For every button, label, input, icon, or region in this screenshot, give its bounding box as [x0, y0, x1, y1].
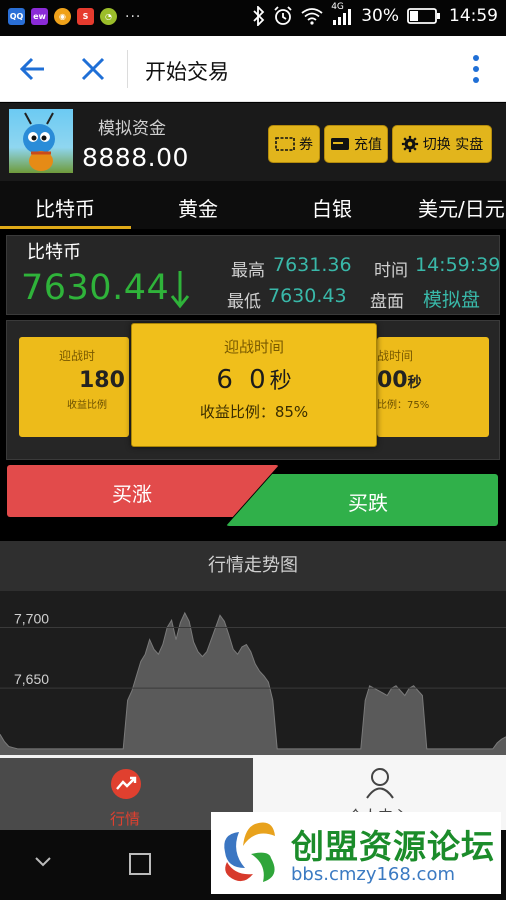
avatar[interactable] [9, 109, 73, 173]
duration-card-60[interactable]: 迎战时间 6 0秒 收益比例：85% [131, 323, 377, 447]
watermark-url: bbs.cmzy168.com [291, 864, 456, 885]
card-unit: 秒 [407, 375, 422, 391]
account-type-label: 模拟资金 [98, 119, 166, 139]
current-price: 7630.44 [21, 268, 170, 308]
switch-live-button[interactable]: 切换 实盘 [392, 125, 492, 163]
high-label: 最高 [231, 261, 265, 281]
mode-value: 模拟盘 [423, 289, 481, 311]
status-bar: QQ ew ◉ S ◔ ··· 4G 30% 14:59 [0, 0, 506, 36]
chart-title: 行情走势图 [208, 555, 298, 576]
qq-icon: QQ [8, 8, 25, 25]
mode-label: 盘面 [370, 292, 404, 312]
buy-up-label: 买涨 [112, 482, 152, 506]
y-tick-label: 7,650 [14, 671, 49, 687]
duration-card-180[interactable]: 迎战时 180 收益比例 [19, 337, 129, 437]
clock: 14:59 [449, 6, 498, 26]
y-tick-label: 7,700 [14, 610, 49, 626]
low-value: 7630.43 [268, 285, 347, 307]
bluetooth-icon [253, 6, 265, 26]
tab-gold[interactable]: 黄金 [178, 193, 218, 222]
arrow-down-icon [170, 271, 190, 309]
card-ratio: 比例：75% [377, 400, 430, 411]
arrow-left-icon[interactable] [18, 54, 48, 84]
status-indicators: 4G 30% 14:59 [253, 2, 498, 26]
switch-live-label: 切换 实盘 [422, 137, 484, 153]
recharge-button[interactable]: 充值 [324, 125, 388, 163]
tab-silver[interactable]: 白银 [312, 193, 352, 222]
page-title: 开始交易 [145, 60, 229, 84]
chart-plot-area: 7,700 7,650 [0, 591, 506, 755]
close-icon[interactable] [79, 54, 107, 84]
price-area-series [0, 612, 506, 755]
quote-panel: 比特币 7630.44 最高 7631.36 最低 7630.43 时间 14:… [6, 235, 500, 315]
account-balance: 8888.00 [82, 143, 189, 172]
card-ratio: 收益比例：85% [199, 403, 309, 421]
more-notifications-icon: ··· [125, 8, 142, 25]
duration-selector: 迎战时 180 收益比例 战时间 00秒 比例：75% 迎战时间 6 0秒 收益… [6, 320, 500, 460]
low-label: 最低 [227, 292, 261, 312]
wechat-icon: ◔ [100, 8, 117, 25]
buy-up-button[interactable]: 买涨 [7, 465, 279, 517]
forum-watermark: 创盟资源论坛 bbs.cmzy168.com [211, 812, 501, 894]
coupon-icon [275, 137, 295, 151]
active-tab-indicator [0, 226, 131, 229]
coupon-button[interactable]: 券 [268, 125, 320, 163]
battery-percent: 30% [361, 6, 399, 26]
recharge-label: 充值 [354, 137, 382, 153]
gear-icon [401, 135, 418, 153]
battery-icon [407, 8, 440, 24]
recent-apps-icon[interactable] [128, 852, 152, 876]
chart-svg: 7,700 7,650 [0, 610, 506, 755]
card-time-label: 迎战时间 [223, 338, 284, 356]
buy-down-label: 买跌 [348, 491, 388, 515]
notification-icons: QQ ew ◉ S ◔ ··· [8, 8, 141, 25]
asset-name: 比特币 [27, 242, 81, 263]
market-chart: 行情走势图 7,700 7,650 [0, 541, 506, 755]
card-seconds: 180 [79, 368, 125, 393]
browser-toolbar: 开始交易 [0, 36, 506, 102]
more-vert-icon[interactable] [472, 54, 480, 84]
card-seconds: 6 0 [216, 365, 270, 395]
cellular-signal-icon: 4G [331, 2, 353, 26]
card-time-label: 迎战时 [59, 349, 96, 363]
time-label: 时间 [374, 261, 408, 281]
chevron-down-icon[interactable] [34, 856, 52, 868]
wifi-icon [301, 8, 323, 25]
weibo-icon: ◉ [54, 8, 71, 25]
ewk-icon: ew [31, 8, 48, 25]
tab-bitcoin[interactable]: 比特币 [35, 193, 95, 222]
trend-chart-icon [111, 769, 141, 799]
card-unit: 秒 [269, 369, 292, 394]
wallet-icon [331, 138, 349, 150]
sohu-icon: S [77, 8, 94, 25]
forum-logo-icon [224, 822, 275, 882]
coupon-label: 券 [299, 137, 313, 153]
toolbar-divider [127, 50, 128, 88]
time-value: 14:59:39 [415, 254, 501, 276]
nav-market-label: 行情 [110, 810, 141, 828]
alarm-icon [274, 6, 292, 25]
high-value: 7631.36 [273, 254, 352, 276]
user-icon [366, 768, 394, 799]
card-seconds: 00 [377, 368, 408, 393]
tab-usd-jpy[interactable]: 美元/日元 [418, 193, 505, 222]
account-header: 模拟资金 8888.00 券 充值 切换 实盘 [0, 103, 506, 181]
card-ratio: 收益比例 [67, 400, 107, 411]
watermark-title: 创盟资源论坛 [291, 827, 495, 866]
duration-card-300[interactable]: 战时间 00秒 比例：75% [377, 337, 489, 437]
buy-down-button[interactable]: 买跌 [226, 474, 498, 526]
card-time-label: 战时间 [377, 349, 414, 363]
asset-tabs: 比特币 黄金 白银 美元/日元 [0, 181, 506, 229]
